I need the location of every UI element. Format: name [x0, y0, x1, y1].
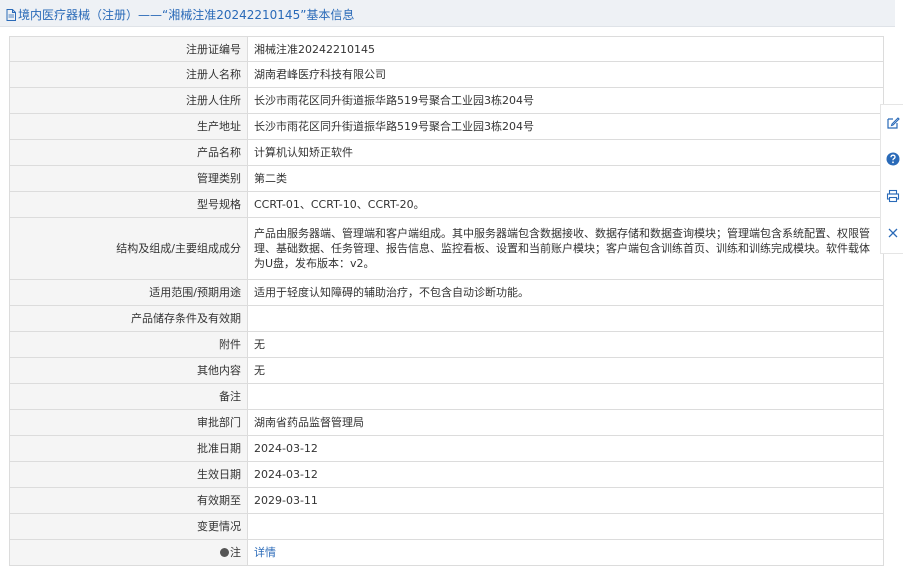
- row-value: 第二类: [247, 165, 884, 192]
- table-row: 注册人住所 长沙市雨花区同升街道振华路519号聚合工业园3栋204号: [9, 87, 884, 114]
- table-row: 结构及组成/主要组成成分 产品由服务器端、管理端和客户端组成。其中服务器端包含数…: [9, 217, 884, 280]
- note-value-cell: 详情: [247, 539, 884, 566]
- print-icon[interactable]: [885, 188, 901, 204]
- table-row: 生效日期 2024-03-12: [9, 461, 884, 488]
- row-label: 有效期至: [9, 487, 248, 514]
- table-row: 有效期至 2029-03-11: [9, 487, 884, 514]
- row-value: 长沙市雨花区同升街道振华路519号聚合工业园3栋204号: [247, 113, 884, 140]
- note-label-cell: 注: [9, 539, 248, 566]
- row-value: 计算机认知矫正软件: [247, 139, 884, 166]
- table-row: 产品储存条件及有效期: [9, 305, 884, 332]
- row-value: 2024-03-12: [247, 461, 884, 488]
- page-header: 境内医疗器械（注册）——“湘械注准20242210145”基本信息: [0, 0, 895, 27]
- row-value: CCRT-01、CCRT-10、CCRT-20。: [247, 191, 884, 218]
- row-label: 注册人住所: [9, 87, 248, 114]
- side-toolbar: [880, 104, 903, 254]
- row-label: 审批部门: [9, 409, 248, 436]
- row-value: [247, 305, 884, 332]
- row-value: 无: [247, 331, 884, 358]
- row-value: [247, 383, 884, 410]
- row-label: 结构及组成/主要组成成分: [9, 217, 248, 280]
- page: 境内医疗器械（注册）——“湘械注准20242210145”基本信息 注册证编号 …: [0, 0, 903, 567]
- bulb-icon: [220, 548, 229, 557]
- row-label: 生产地址: [9, 113, 248, 140]
- row-value: 长沙市雨花区同升街道振华路519号聚合工业园3栋204号: [247, 87, 884, 114]
- row-label: 适用范围/预期用途: [9, 279, 248, 306]
- table-row: 型号规格 CCRT-01、CCRT-10、CCRT-20。: [9, 191, 884, 218]
- table-row: 其他内容 无: [9, 357, 884, 384]
- row-label: 其他内容: [9, 357, 248, 384]
- table-row: 产品名称 计算机认知矫正软件: [9, 139, 884, 166]
- table-row: 管理类别 第二类: [9, 165, 884, 192]
- row-label: 管理类别: [9, 165, 248, 192]
- page-title-text: 境内医疗器械（注册）——“湘械注准20242210145”基本信息: [18, 8, 355, 22]
- table-row: 审批部门 湖南省药品监督管理局: [9, 409, 884, 436]
- row-label: 注册证编号: [9, 36, 248, 62]
- row-label: 备注: [9, 383, 248, 410]
- row-label: 产品名称: [9, 139, 248, 166]
- row-label: 批准日期: [9, 435, 248, 462]
- row-value: [247, 513, 884, 540]
- table-row: 批准日期 2024-03-12: [9, 435, 884, 462]
- note-label: 注: [230, 546, 241, 559]
- row-label: 型号规格: [9, 191, 248, 218]
- row-value: 适用于轻度认知障碍的辅助治疗，不包含自动诊断功能。: [247, 279, 884, 306]
- row-label: 附件: [9, 331, 248, 358]
- help-icon[interactable]: [885, 151, 901, 167]
- edit-icon[interactable]: [885, 115, 901, 131]
- table-row: 生产地址 长沙市雨花区同升街道振华路519号聚合工业园3栋204号: [9, 113, 884, 140]
- page-title: 境内医疗器械（注册）——“湘械注准20242210145”基本信息: [6, 6, 354, 23]
- row-label: 变更情况: [9, 513, 248, 540]
- row-value: 湘械注准20242210145: [247, 36, 884, 62]
- table-row: 备注: [9, 383, 884, 410]
- row-value: 2029-03-11: [247, 487, 884, 514]
- table-row: 注 详情: [9, 539, 884, 566]
- document-icon: [6, 8, 16, 21]
- table-row: 注册证编号 湘械注准20242210145: [9, 36, 884, 62]
- row-value: 湖南省药品监督管理局: [247, 409, 884, 436]
- table-row: 适用范围/预期用途 适用于轻度认知障碍的辅助治疗，不包含自动诊断功能。: [9, 279, 884, 306]
- details-link[interactable]: 详情: [254, 546, 276, 559]
- table-row: 附件 无: [9, 331, 884, 358]
- row-value: 产品由服务器端、管理端和客户端组成。其中服务器端包含数据接收、数据存储和数据查询…: [247, 217, 884, 280]
- info-table: 注册证编号 湘械注准20242210145 注册人名称 湖南君峰医疗科技有限公司…: [9, 36, 884, 566]
- row-label: 产品储存条件及有效期: [9, 305, 248, 332]
- row-label: 生效日期: [9, 461, 248, 488]
- row-label: 注册人名称: [9, 61, 248, 88]
- table-row: 注册人名称 湖南君峰医疗科技有限公司: [9, 61, 884, 88]
- table-row: 变更情况: [9, 513, 884, 540]
- close-icon[interactable]: [885, 225, 901, 241]
- row-value: 无: [247, 357, 884, 384]
- row-value: 2024-03-12: [247, 435, 884, 462]
- row-value: 湖南君峰医疗科技有限公司: [247, 61, 884, 88]
